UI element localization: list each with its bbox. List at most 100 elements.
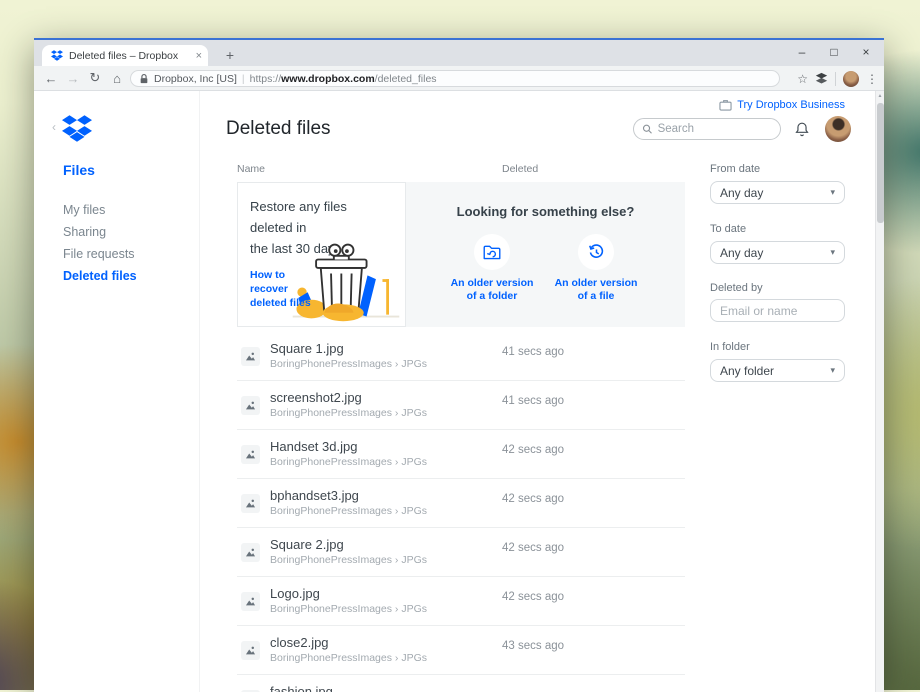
file-path: BoringPhonePressImages › JPGs <box>270 652 427 664</box>
window-maximize-button[interactable]: □ <box>818 40 850 66</box>
file-deleted-time: 42 secs ago <box>502 542 564 554</box>
window-minimize-button[interactable]: – <box>786 40 818 66</box>
sidebar: ‹ Files My files Sharing File requests D… <box>34 91 200 692</box>
image-file-icon <box>241 494 260 513</box>
deleted-by-label: Deleted by <box>710 282 763 294</box>
file-name: bphandset3.jpg <box>270 488 359 503</box>
file-name: Handset 3d.jpg <box>270 439 357 454</box>
lock-icon <box>139 73 149 85</box>
caret-down-icon: ▾ <box>830 187 835 198</box>
file-deleted-time: 43 secs ago <box>502 640 564 652</box>
scrollbar-thumb[interactable] <box>877 103 884 223</box>
sidebar-item-file-requests[interactable]: File requests <box>63 247 135 261</box>
file-path: BoringPhonePressImages › JPGs <box>270 358 427 370</box>
deleted-files-list: Square 1.jpg BoringPhonePressImages › JP… <box>237 332 685 692</box>
file-row[interactable]: screenshot2.jpg BoringPhonePressImages ›… <box>237 381 685 430</box>
new-tab-button[interactable]: + <box>218 44 242 66</box>
file-name: fashion.jpg <box>270 684 333 692</box>
briefcase-icon <box>719 99 732 111</box>
in-folder-value: Any folder <box>720 364 774 378</box>
restore-banner: Restore any files deleted in the last 30… <box>237 182 685 327</box>
file-deleted-time: 42 secs ago <box>502 591 564 603</box>
file-version-icon <box>587 243 606 262</box>
file-row[interactable]: close2.jpg BoringPhonePressImages › JPGs… <box>237 626 685 675</box>
sidebar-collapse-icon[interactable]: ‹ <box>52 120 56 134</box>
file-row[interactable]: bphandset3.jpg BoringPhonePressImages › … <box>237 479 685 528</box>
to-date-label: To date <box>710 223 746 235</box>
column-header-name[interactable]: Name <box>237 163 265 175</box>
file-row[interactable]: Handset 3d.jpg BoringPhonePressImages › … <box>237 430 685 479</box>
address-bar[interactable]: Dropbox, Inc [US] | https://www.dropbox.… <box>130 70 780 87</box>
older-file-circle <box>578 234 614 270</box>
to-date-select[interactable]: Any day ▾ <box>710 241 845 264</box>
file-path: BoringPhonePressImages › JPGs <box>270 554 427 566</box>
sidebar-item-my-files[interactable]: My files <box>63 203 105 217</box>
in-folder-label: In folder <box>710 341 750 353</box>
deleted-by-input[interactable] <box>710 299 845 322</box>
page-scrollbar[interactable]: ▲ <box>875 91 884 692</box>
older-file-option[interactable]: An older version of a file <box>536 234 656 303</box>
image-file-icon <box>241 445 260 464</box>
security-badge: Dropbox, Inc [US] <box>154 73 237 85</box>
file-row[interactable]: Logo.jpg BoringPhonePressImages › JPGs 4… <box>237 577 685 626</box>
search-box[interactable] <box>633 118 781 140</box>
scroll-up-icon[interactable]: ▲ <box>876 93 884 99</box>
tab-close-icon[interactable]: × <box>196 50 202 62</box>
from-date-value: Any day <box>720 186 763 200</box>
restore-banner-card: Restore any files deleted in the last 30… <box>237 182 406 327</box>
looking-heading: Looking for something else? <box>406 204 685 219</box>
caret-down-icon: ▾ <box>830 247 835 258</box>
to-date-value: Any day <box>720 246 763 260</box>
older-folder-circle <box>474 234 510 270</box>
file-row[interactable]: fashion.jpg <box>237 675 685 692</box>
file-row[interactable]: Square 2.jpg BoringPhonePressImages › JP… <box>237 528 685 577</box>
file-name: Logo.jpg <box>270 586 320 601</box>
file-deleted-time: 41 secs ago <box>502 395 564 407</box>
folder-version-icon <box>482 243 502 261</box>
browser-titlebar: Deleted files – Dropbox × + – □ × <box>34 40 884 66</box>
browser-window: Deleted files – Dropbox × + – □ × ← → ↻ … <box>34 38 884 690</box>
sidebar-item-sharing[interactable]: Sharing <box>63 225 106 239</box>
back-icon[interactable]: ← <box>40 71 62 86</box>
window-close-button[interactable]: × <box>850 40 882 66</box>
looking-panel: Looking for something else? An older ver… <box>406 182 685 327</box>
search-input[interactable] <box>658 123 772 135</box>
from-date-select[interactable]: Any day ▾ <box>710 181 845 204</box>
file-name: screenshot2.jpg <box>270 390 362 405</box>
file-path: BoringPhonePressImages › JPGs <box>270 505 427 517</box>
file-name: Square 1.jpg <box>270 341 344 356</box>
extension-layers-icon[interactable] <box>815 72 828 85</box>
image-file-icon <box>241 641 260 660</box>
browser-tab[interactable]: Deleted files – Dropbox × <box>42 45 208 66</box>
page-url: https://www.dropbox.com/deleted_files <box>250 73 437 85</box>
browser-toolbar: ← → ↻ ⌂ Dropbox, Inc [US] | https://www.… <box>34 66 884 91</box>
older-folder-option[interactable]: An older version of a folder <box>432 234 552 303</box>
browser-profile-avatar[interactable] <box>843 71 859 87</box>
home-icon[interactable]: ⌂ <box>106 71 128 86</box>
dropbox-page: ‹ Files My files Sharing File requests D… <box>34 91 884 692</box>
bookmark-star-icon[interactable]: ☆ <box>797 72 808 86</box>
how-to-recover-link[interactable]: How to recover deleted files <box>250 268 320 310</box>
reload-icon[interactable]: ↻ <box>84 70 106 86</box>
in-folder-select[interactable]: Any folder ▾ <box>710 359 845 382</box>
browser-menu-icon[interactable]: ⋮ <box>866 72 878 86</box>
try-dropbox-business-link[interactable]: Try Dropbox Business <box>719 99 845 111</box>
file-path: BoringPhonePressImages › JPGs <box>270 456 427 468</box>
column-header-deleted[interactable]: Deleted <box>502 163 538 175</box>
forward-icon[interactable]: → <box>62 71 84 86</box>
dropbox-favicon-icon <box>51 50 63 61</box>
account-avatar[interactable] <box>825 116 851 142</box>
file-name: close2.jpg <box>270 635 329 650</box>
file-row[interactable]: Square 1.jpg BoringPhonePressImages › JP… <box>237 332 685 381</box>
sidebar-item-deleted-files[interactable]: Deleted files <box>63 269 137 283</box>
older-folder-label: An older version of a folder <box>432 277 552 303</box>
image-file-icon <box>241 543 260 562</box>
file-name: Square 2.jpg <box>270 537 344 552</box>
sidebar-section-files[interactable]: Files <box>63 162 95 178</box>
toolbar-divider <box>835 72 836 86</box>
caret-down-icon: ▾ <box>830 365 835 376</box>
image-file-icon <box>241 396 260 415</box>
dropbox-logo-icon[interactable] <box>62 115 92 142</box>
file-deleted-time: 42 secs ago <box>502 493 564 505</box>
notifications-bell-icon[interactable] <box>793 120 811 139</box>
